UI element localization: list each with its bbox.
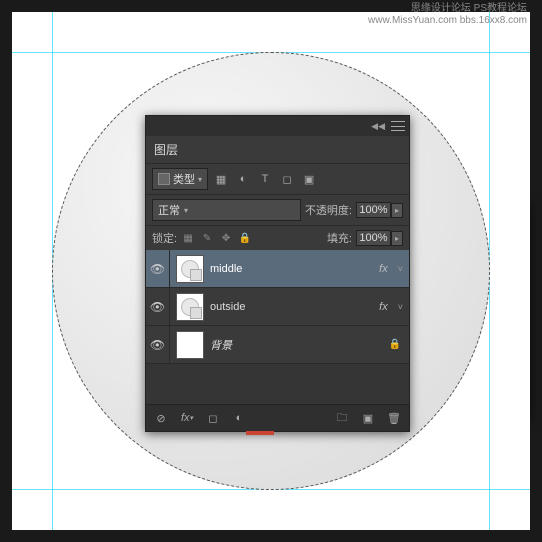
- visibility-toggle-icon[interactable]: 👁: [146, 250, 170, 287]
- filter-shape-icon[interactable]: ◻: [278, 170, 296, 188]
- layer-fx-badge[interactable]: fx: [379, 301, 392, 313]
- lock-position-icon[interactable]: ✥: [219, 231, 233, 245]
- visibility-toggle-icon[interactable]: 👁: [146, 288, 170, 325]
- lock-pixels-icon[interactable]: ✎: [200, 231, 214, 245]
- fill-arrow-icon[interactable]: ▸: [391, 231, 403, 246]
- layer-item-outside[interactable]: 👁 outside fx ˅: [146, 288, 409, 326]
- layer-item-middle[interactable]: 👁 middle fx ˅: [146, 250, 409, 288]
- new-layer-icon[interactable]: ▣: [359, 409, 377, 427]
- layers-panel: ◀◀ 图层 类型 ▾ ▦ ◐ T ◻ ▣ 正常 不透明度: ▸ 锁定: ▦ ✎ …: [145, 115, 410, 432]
- link-layers-icon[interactable]: ⊘: [152, 409, 170, 427]
- layers-list: 👁 middle fx ˅ 👁 outside fx ˅ 👁 背景 🔒: [146, 250, 409, 404]
- fill-input[interactable]: [356, 230, 391, 246]
- adjustment-layer-icon[interactable]: ◐: [230, 409, 248, 427]
- delete-layer-icon[interactable]: 🗑: [385, 409, 403, 427]
- lock-icon[interactable]: 🔒: [381, 339, 409, 350]
- panel-footer: ⊘ fx▾ ◻ ◐ 🗀 ▣ 🗑: [146, 404, 409, 431]
- chevron-down-icon[interactable]: ˅: [392, 302, 409, 312]
- filter-pixel-icon[interactable]: ▦: [212, 170, 230, 188]
- layer-style-icon[interactable]: fx▾: [178, 409, 196, 427]
- red-accent-tab: [246, 431, 274, 435]
- filter-type-dropdown[interactable]: 类型 ▾: [152, 168, 208, 190]
- filter-smart-icon[interactable]: ▣: [300, 170, 318, 188]
- panel-menu-icon[interactable]: [391, 121, 405, 131]
- panel-header[interactable]: ◀◀: [146, 116, 409, 136]
- layer-name[interactable]: 背景: [210, 337, 381, 353]
- layer-thumbnail[interactable]: [176, 331, 204, 359]
- layer-name[interactable]: middle: [210, 263, 379, 275]
- layer-mask-icon[interactable]: ◻: [204, 409, 222, 427]
- layer-thumbnail[interactable]: [176, 293, 204, 321]
- lock-transparency-icon[interactable]: ▦: [181, 231, 195, 245]
- group-icon[interactable]: 🗀: [333, 409, 351, 427]
- blend-mode-dropdown[interactable]: 正常: [152, 199, 301, 221]
- lock-row: 锁定: ▦ ✎ ✥ 🔒 填充: ▸: [146, 225, 409, 250]
- watermark: 思缘设计论坛 PS教程论坛 www.MissYuan.com bbs.16xx8…: [368, 3, 527, 27]
- layers-tab[interactable]: 图层: [146, 136, 409, 163]
- opacity-label: 不透明度:: [305, 202, 352, 218]
- visibility-toggle-icon[interactable]: 👁: [146, 326, 170, 363]
- opacity-input[interactable]: [356, 202, 391, 218]
- filter-adjustment-icon[interactable]: ◐: [234, 170, 252, 188]
- layer-thumbnail[interactable]: [176, 255, 204, 283]
- layer-fx-badge[interactable]: fx: [379, 263, 392, 275]
- collapse-icon[interactable]: ◀◀: [371, 121, 385, 132]
- chevron-down-icon[interactable]: ˅: [392, 264, 409, 274]
- fill-label: 填充:: [327, 230, 352, 246]
- blend-row: 正常 不透明度: ▸: [146, 194, 409, 225]
- layer-name[interactable]: outside: [210, 301, 379, 313]
- opacity-arrow-icon[interactable]: ▸: [391, 203, 403, 218]
- layer-item-background[interactable]: 👁 背景 🔒: [146, 326, 409, 364]
- filter-row: 类型 ▾ ▦ ◐ T ◻ ▣: [146, 163, 409, 194]
- filter-type-icon[interactable]: T: [256, 170, 274, 188]
- lock-label: 锁定:: [152, 230, 177, 246]
- lock-all-icon[interactable]: 🔒: [238, 231, 252, 245]
